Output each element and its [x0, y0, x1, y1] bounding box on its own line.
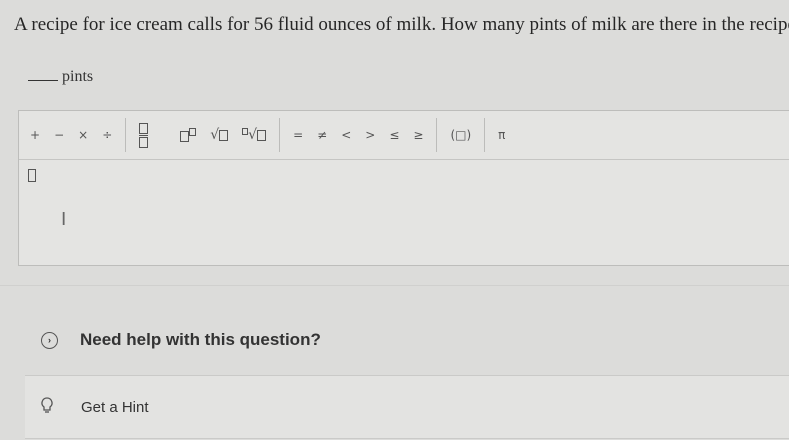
divide-button[interactable]: ÷	[95, 111, 119, 159]
pi-button[interactable]: π	[491, 111, 512, 159]
help-label: Need help with this question?	[80, 330, 321, 349]
parentheses-button[interactable]: (□)	[443, 111, 478, 159]
answer-prompt: pints	[28, 68, 93, 86]
less-equal-button[interactable]: ≤	[382, 111, 406, 159]
equals-button[interactable]: =	[286, 111, 310, 159]
less-than-button[interactable]: <	[334, 111, 358, 159]
answer-input[interactable]: I	[19, 159, 789, 265]
lightbulb-icon	[41, 397, 53, 417]
nth-root-button[interactable]: √	[235, 111, 273, 159]
not-equals-button[interactable]: ≠	[310, 111, 334, 159]
help-section[interactable]: › Need help with this question?	[0, 312, 789, 368]
fraction-button[interactable]	[132, 111, 155, 159]
answer-unit-label: pints	[62, 68, 94, 85]
section-divider	[0, 285, 789, 286]
input-placeholder-box	[28, 169, 36, 182]
toolbar-divider	[484, 118, 486, 152]
get-hint-button[interactable]: Get a Hint	[25, 375, 789, 439]
chevron-right-icon: ›	[41, 331, 58, 349]
fraction-icon	[139, 122, 149, 148]
greater-equal-button[interactable]: ≥	[406, 111, 430, 159]
greater-than-button[interactable]: >	[358, 111, 382, 159]
plus-button[interactable]: +	[23, 111, 47, 159]
minus-button[interactable]: −	[47, 111, 71, 159]
toolbar-divider	[125, 118, 127, 152]
exponent-button[interactable]	[173, 111, 203, 159]
exponent-icon	[180, 127, 197, 143]
hint-label: Get a Hint	[81, 398, 149, 416]
question-text: A recipe for ice cream calls for 56 flui…	[14, 14, 789, 35]
toolbar-divider	[436, 118, 438, 152]
square-root-button[interactable]: √	[203, 111, 235, 159]
math-editor[interactable]: + − × ÷ √ √ = ≠ < > ≤ ≥ (□) π I	[18, 110, 789, 266]
answer-blank	[28, 80, 58, 81]
toolbar-divider	[279, 118, 281, 152]
math-toolbar: + − × ÷ √ √ = ≠ < > ≤ ≥ (□) π	[19, 111, 789, 160]
square-root-icon: √	[210, 127, 229, 143]
text-cursor-icon: I	[61, 209, 67, 230]
nth-root-icon: √	[242, 127, 267, 143]
times-button[interactable]: ×	[71, 111, 95, 159]
